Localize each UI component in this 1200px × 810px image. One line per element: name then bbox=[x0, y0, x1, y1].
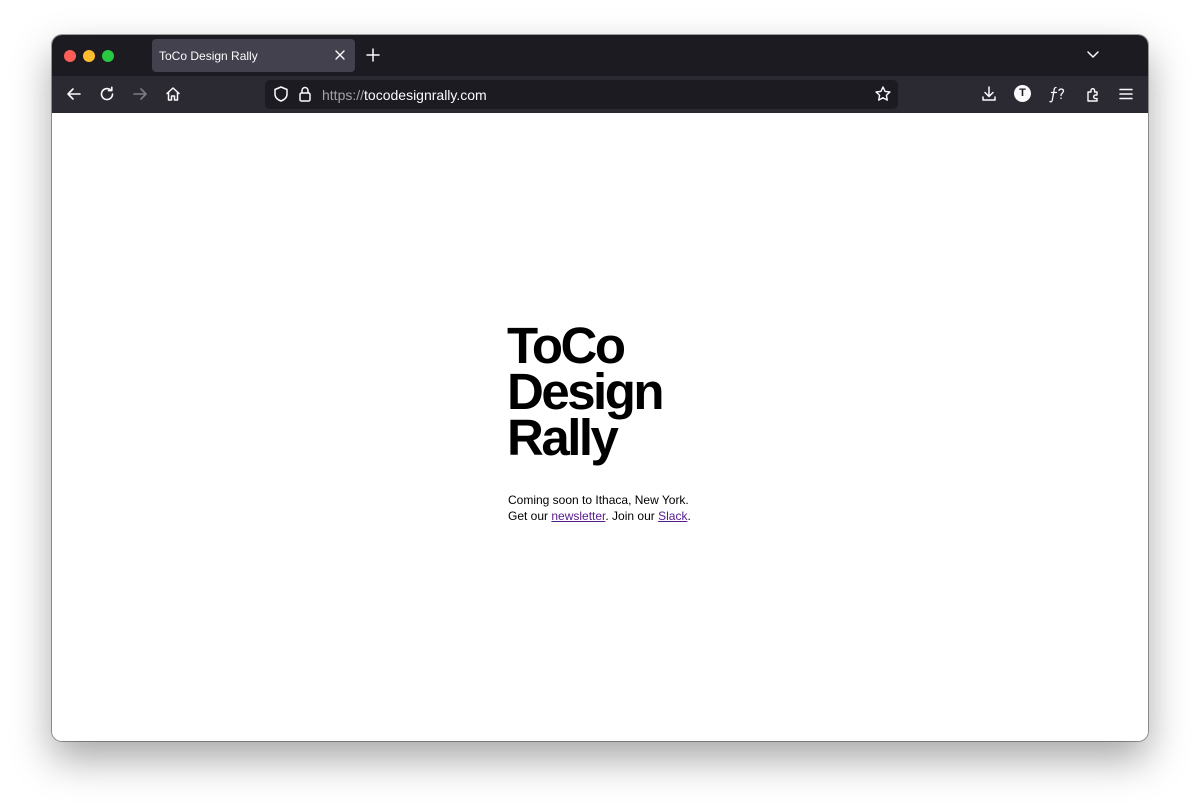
hamburger-menu-icon[interactable] bbox=[1117, 85, 1135, 103]
slack-link[interactable]: Slack bbox=[658, 509, 687, 523]
new-tab-icon[interactable] bbox=[366, 48, 380, 62]
page-content: ToCo Design Rally Coming soon to Ithaca,… bbox=[52, 113, 1148, 741]
downloads-icon[interactable] bbox=[980, 85, 998, 103]
navigation-toolbar: https://tocodesignrally.com T bbox=[52, 76, 1148, 113]
forward-arrow-icon[interactable] bbox=[131, 85, 149, 103]
tab-bar: ToCo Design Rally bbox=[52, 35, 1148, 76]
links-prefix: Get our bbox=[508, 509, 552, 523]
home-icon[interactable] bbox=[164, 85, 182, 103]
minimize-window-button[interactable] bbox=[83, 50, 95, 62]
tab-tocodesignrally[interactable]: ToCo Design Rally bbox=[152, 39, 355, 72]
address-bar[interactable]: https://tocodesignrally.com bbox=[265, 80, 898, 109]
close-tab-icon[interactable] bbox=[333, 48, 347, 62]
browser-window: ToCo Design Rally https://tocodesignrall… bbox=[52, 35, 1148, 741]
url-text[interactable]: https://tocodesignrally.com bbox=[322, 87, 487, 103]
font-identifier-icon[interactable] bbox=[1048, 85, 1068, 103]
site-title: ToCo Design Rally bbox=[507, 320, 665, 466]
url-host: tocodesignrally.com bbox=[364, 87, 487, 103]
url-scheme: https:// bbox=[322, 87, 365, 103]
lock-icon[interactable] bbox=[296, 85, 314, 103]
links-line: Get our newsletter. Join our Slack. bbox=[508, 508, 691, 524]
site-title-line: Rally bbox=[507, 409, 619, 466]
coming-soon-text: Coming soon to Ithaca, New York. bbox=[508, 493, 689, 507]
links-suffix: . bbox=[687, 509, 691, 523]
site-description: Coming soon to Ithaca, New York. Get our… bbox=[508, 492, 691, 524]
tab-title: ToCo Design Rally bbox=[159, 48, 258, 63]
extensions-icon[interactable] bbox=[1084, 85, 1102, 103]
shield-icon[interactable] bbox=[272, 85, 290, 103]
back-arrow-icon[interactable] bbox=[65, 85, 83, 103]
links-middle: . Join our bbox=[605, 509, 659, 523]
reload-icon[interactable] bbox=[98, 85, 116, 103]
newsletter-link[interactable]: newsletter bbox=[551, 509, 605, 523]
bookmark-star-icon[interactable] bbox=[874, 85, 892, 103]
close-window-button[interactable] bbox=[64, 50, 76, 62]
zoom-window-button[interactable] bbox=[102, 50, 114, 62]
account-avatar[interactable]: T bbox=[1014, 85, 1031, 102]
chevron-down-icon[interactable] bbox=[1086, 49, 1100, 61]
